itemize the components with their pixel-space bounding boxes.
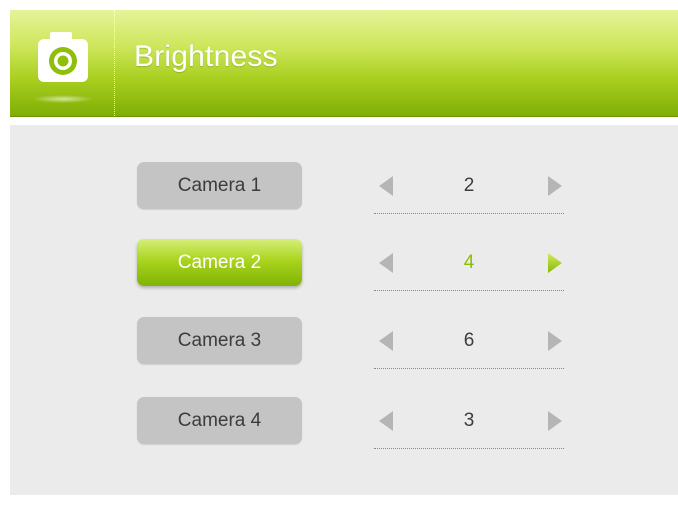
increase-arrow-icon[interactable] bbox=[547, 330, 563, 352]
header-bar: Brightness bbox=[10, 10, 678, 117]
value-underline bbox=[374, 213, 564, 214]
value-underline bbox=[374, 290, 564, 291]
decrease-arrow-icon[interactable] bbox=[378, 252, 394, 274]
settings-panel: Camera 1 2 Camera 2 4 Camera 3 6 Camera … bbox=[10, 125, 678, 495]
increase-arrow-icon[interactable] bbox=[547, 252, 563, 274]
camera-icon bbox=[38, 32, 88, 82]
value-underline bbox=[374, 368, 564, 369]
increase-arrow-icon[interactable] bbox=[547, 175, 563, 197]
camera-1-value: 2 bbox=[463, 175, 475, 196]
camera-1-button[interactable]: Camera 1 bbox=[137, 162, 302, 209]
header-divider bbox=[114, 10, 115, 116]
value-underline bbox=[374, 448, 564, 449]
icon-reflection bbox=[32, 95, 94, 103]
camera-4-value: 3 bbox=[463, 410, 475, 431]
camera-3-button[interactable]: Camera 3 bbox=[137, 317, 302, 364]
decrease-arrow-icon[interactable] bbox=[378, 175, 394, 197]
camera-row-2: Camera 2 4 bbox=[10, 239, 678, 299]
decrease-arrow-icon[interactable] bbox=[378, 410, 394, 432]
decrease-arrow-icon[interactable] bbox=[378, 330, 394, 352]
camera-2-value: 4 bbox=[463, 252, 475, 273]
camera-3-value: 6 bbox=[463, 330, 475, 351]
camera-row-1: Camera 1 2 bbox=[10, 162, 678, 222]
camera-4-button[interactable]: Camera 4 bbox=[137, 397, 302, 444]
camera-row-4: Camera 4 3 bbox=[10, 397, 678, 457]
camera-2-button[interactable]: Camera 2 bbox=[137, 239, 302, 286]
increase-arrow-icon[interactable] bbox=[547, 410, 563, 432]
camera-row-3: Camera 3 6 bbox=[10, 317, 678, 377]
page-title: Brightness bbox=[134, 40, 278, 73]
